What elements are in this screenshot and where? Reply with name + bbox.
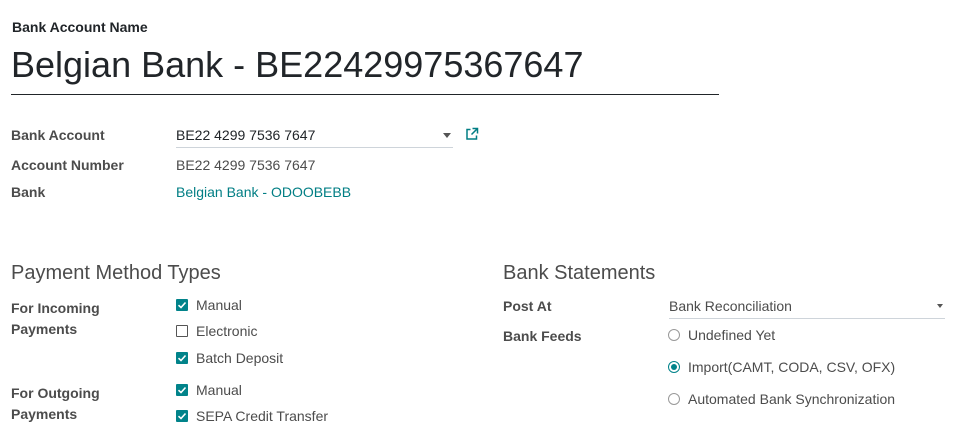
incoming-label-line2: Payments — [11, 321, 78, 337]
account-number-label: Account Number — [11, 157, 124, 173]
bank-feeds-automated-label: Automated Bank Synchronization — [688, 391, 896, 407]
payment-method-types-title: Payment Method Types — [11, 262, 221, 284]
outgoing-sepa-checkbox[interactable]: SEPA Credit Transfer — [176, 408, 328, 424]
incoming-electronic-label: Electronic — [196, 323, 258, 339]
checkbox-unchecked-icon[interactable] — [176, 325, 188, 337]
checkbox-checked-icon[interactable] — [176, 299, 188, 311]
incoming-electronic-checkbox[interactable]: Electronic — [176, 323, 257, 339]
outgoing-manual-checkbox[interactable]: Manual — [176, 382, 242, 398]
bank-label: Bank — [11, 184, 46, 200]
outgoing-label-line2: Payments — [11, 406, 78, 422]
post-at-value: Bank Reconciliation — [669, 298, 792, 314]
incoming-manual-label: Manual — [196, 297, 242, 313]
outgoing-label-line1: For Outgoing — [11, 385, 100, 401]
incoming-label-line1: For Incoming — [11, 300, 100, 316]
bank-account-value: BE22 4299 7536 7647 — [176, 127, 316, 143]
account-number-value: BE22 4299 7536 7647 — [176, 157, 316, 173]
bank-feeds-label: Bank Feeds — [503, 328, 582, 344]
bank-feeds-undefined-label: Undefined Yet — [688, 327, 776, 343]
external-link-icon[interactable] — [465, 127, 479, 141]
bank-feeds-undefined-radio[interactable]: Undefined Yet — [668, 327, 775, 343]
bank-feeds-import-label: Import(CAMT, CODA, CSV, OFX) — [688, 359, 896, 375]
bank-account-name-label: Bank Account Name — [12, 19, 148, 35]
checkbox-checked-icon[interactable] — [176, 410, 188, 422]
bank-account-name-input[interactable]: Belgian Bank - BE22429975367647 — [11, 40, 719, 95]
radio-selected-icon[interactable] — [668, 361, 680, 373]
incoming-manual-checkbox[interactable]: Manual — [176, 297, 242, 313]
bank-account-select[interactable]: BE22 4299 7536 7647 — [176, 124, 453, 148]
radio-unselected-icon[interactable] — [668, 329, 680, 341]
chevron-down-icon[interactable] — [937, 304, 943, 308]
bank-link[interactable]: Belgian Bank - ODOOBEBB — [176, 184, 351, 200]
chevron-down-icon[interactable] — [443, 133, 451, 138]
checkbox-checked-icon[interactable] — [176, 384, 188, 396]
bank-account-label: Bank Account — [11, 127, 105, 143]
bank-feeds-automated-radio[interactable]: Automated Bank Synchronization — [668, 391, 895, 407]
incoming-batch-deposit-label: Batch Deposit — [196, 350, 284, 366]
outgoing-manual-label: Manual — [196, 382, 242, 398]
post-at-label: Post At — [503, 298, 552, 314]
radio-unselected-icon[interactable] — [668, 393, 680, 405]
post-at-select[interactable]: Bank Reconciliation — [669, 297, 945, 319]
checkbox-checked-icon[interactable] — [176, 352, 188, 364]
outgoing-payments-label: For Outgoing Payments — [11, 383, 100, 425]
incoming-batch-deposit-checkbox[interactable]: Batch Deposit — [176, 350, 283, 366]
bank-feeds-import-radio[interactable]: Import(CAMT, CODA, CSV, OFX) — [668, 359, 895, 375]
outgoing-sepa-label: SEPA Credit Transfer — [196, 408, 329, 424]
bank-statements-title: Bank Statements — [503, 262, 656, 284]
incoming-payments-label: For Incoming Payments — [11, 298, 100, 340]
